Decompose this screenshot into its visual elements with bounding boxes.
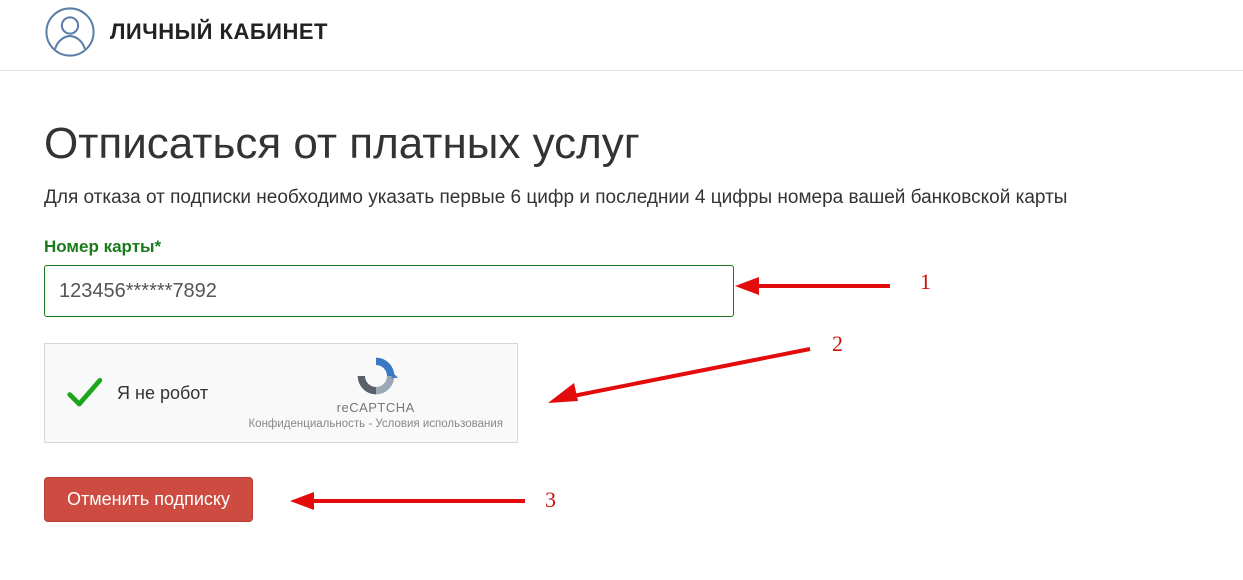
page-title: Отписаться от платных услуг [44,119,1199,169]
annotation-number-2: 2 [832,331,843,357]
annotation-arrow-2 [540,341,820,411]
annotation-arrow-3 [290,486,530,516]
recaptcha-label: Я не робот [117,383,208,404]
cancel-subscription-button[interactable]: Отменить подписку [44,477,253,522]
annotation-number-1: 1 [920,269,931,295]
recaptcha-privacy-link[interactable]: Конфиденциальность [248,418,365,430]
checkmark-icon [65,374,103,412]
header-title: ЛИЧНЫЙ КАБИНЕТ [110,19,328,45]
recaptcha-widget[interactable]: Я не робот reCAPTCHA Конфиденциальность … [44,343,518,443]
card-number-input[interactable] [44,265,734,317]
recaptcha-terms-link[interactable]: Условия использования [375,418,503,430]
user-icon [44,6,96,58]
recaptcha-brand-text: reCAPTCHA [248,400,503,417]
main-content: Отписаться от платных услуг Для отказа о… [0,71,1243,552]
recaptcha-branding: reCAPTCHA Конфиденциальность - Условия и… [248,354,503,432]
page-lead: Для отказа от подписки необходимо указат… [44,187,1199,209]
annotation-arrow-1 [735,271,895,301]
recaptcha-separator: - [365,418,375,430]
header: ЛИЧНЫЙ КАБИНЕТ [0,0,1243,71]
card-number-label: Номер карты* [44,237,1199,257]
annotation-number-3: 3 [545,487,556,513]
recaptcha-icon [354,354,398,398]
